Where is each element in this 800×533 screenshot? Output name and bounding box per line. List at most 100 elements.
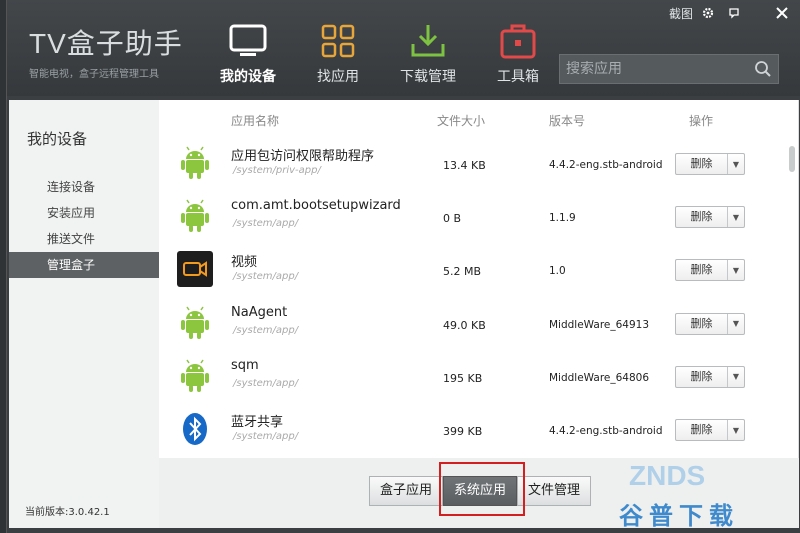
close-icon[interactable] [771,4,793,22]
app-version: MiddleWare_64913 [549,318,650,331]
delete-button[interactable]: 删除 [676,207,728,228]
toolbox-icon [473,22,563,60]
nav-toolbox[interactable]: 工具箱 [473,22,563,86]
nav-download-manager[interactable]: 下载管理 [383,22,473,86]
delete-button[interactable]: 删除 [676,313,728,334]
scrollbar[interactable] [788,144,796,454]
android-icon [177,358,213,394]
nav-label: 工具箱 [497,69,539,85]
screenshot-button[interactable]: 截图 [669,5,693,22]
app-name: 视频 [231,255,258,271]
sidebar-title: 我的设备 [27,130,88,148]
delete-dropdown[interactable]: 删除 ▼ [675,206,745,229]
table-row[interactable]: NaAgent/system/app/49.0 KB MiddleWare_649… [159,297,779,350]
delete-dropdown[interactable]: 删除 ▼ [675,153,745,175]
app-version: 1.1.9 [549,212,576,225]
gear-icon[interactable] [697,4,719,22]
app-path: /system/app/ [233,218,299,230]
table-row[interactable]: 蓝牙共享/system/app/399 KB 4.4.2-eng.stb-andr… [159,403,779,456]
android-icon [177,305,213,341]
sidebar-item-connect-device[interactable]: 连接设备 [9,174,159,200]
logo-subtitle: 智能电视，盒子远程管理工具 [29,69,159,80]
app-size: 49.0 KB [443,318,486,332]
nav-find-apps[interactable]: 找应用 [293,22,383,86]
android-icon [177,145,213,181]
download-icon [383,22,473,60]
logo: TV盒子助手 智能电视，盒子远程管理工具 [29,22,183,80]
sidebar-item-install-app[interactable]: 安装应用 [9,200,159,226]
app-path: /system/app/ [233,271,299,283]
app-name: NaAgent [231,304,288,320]
app-version: 4.4.2-eng.stb-android [549,425,663,437]
nav-my-devices[interactable]: 我的设备 [203,22,293,86]
app-name: 应用包访问权限帮助程序 [231,149,375,164]
logo-title: TV盒子助手 [29,28,183,59]
nav-label: 下载管理 [400,69,456,85]
app-size: 0 B [443,212,462,226]
col-version-header: 版本号 [549,114,586,128]
delete-button[interactable]: 删除 [676,420,728,440]
watermark-logo: ZNDS [629,460,706,491]
table-row[interactable]: 应用包访问权限帮助程序/system/priv-app/13.4 KB 4.4.2… [159,137,779,190]
app-version: 1.0 [549,265,566,278]
delete-button[interactable]: 删除 [676,366,728,387]
app-size: 399 KB [443,425,483,438]
chevron-down-icon[interactable]: ▼ [728,367,744,387]
chevron-down-icon[interactable]: ▼ [728,420,744,440]
app-table: 应用名称 文件大小 版本号 操作 应用包访问权限帮助程序/system/priv… [159,100,799,458]
table-row[interactable]: sqm/system/app/195 KB MiddleWare_64806 删除 ▼ [159,350,779,403]
app-path: /system/app/ [233,377,299,389]
app-size: 5.2 MB [443,265,482,279]
nav-label: 我的设备 [220,69,276,85]
app-path: /system/priv-app/ [233,165,321,176]
app-version: MiddleWare_64806 [549,371,650,384]
delete-dropdown[interactable]: 删除 ▼ [675,365,745,388]
tv-icon [203,22,293,60]
tab-box-apps[interactable]: 盒子应用 [369,476,444,506]
chat-icon[interactable] [723,4,745,22]
delete-dropdown[interactable]: 删除 ▼ [675,259,745,282]
table-row[interactable]: com.amt.bootsetupwizard/system/app/0 B 1.… [159,190,779,243]
sidebar-item-manage-box[interactable]: 管理盒子 [9,252,159,278]
search-input[interactable] [560,61,748,77]
delete-dropdown[interactable]: 删除 ▼ [675,312,745,335]
nav-label: 找应用 [317,69,359,85]
app-version: 4.4.2-eng.stb-android [549,159,663,171]
bluetooth-icon [177,411,213,447]
main-nav: 我的设备 找应用 下载管理 工具箱 [203,22,563,86]
chevron-down-icon[interactable]: ▼ [728,154,744,174]
version-label: 当前版本:3.0.42.1 [25,507,110,518]
main-panel: 应用名称 文件大小 版本号 操作 应用包访问权限帮助程序/system/priv… [159,100,799,530]
chevron-down-icon[interactable]: ▼ [728,314,744,334]
video-icon [177,251,213,288]
watermark-text: 谷普下载 [619,502,739,530]
col-size-header: 文件大小 [437,114,486,128]
delete-button[interactable]: 删除 [676,154,728,174]
highlight-box [439,462,525,516]
delete-button[interactable]: 删除 [676,260,728,281]
app-window: TV盒子助手 智能电视，盒子远程管理工具 我的设备 找应用 下载管理 工具箱 截… [6,0,800,533]
chevron-down-icon[interactable]: ▼ [728,260,744,280]
app-path: /system/app/ [233,324,299,336]
grid-icon [293,22,383,60]
app-name: 蓝牙共享 [231,415,284,430]
app-name: com.amt.bootsetupwizard [231,198,401,214]
app-path: /system/app/ [233,431,299,442]
chevron-down-icon[interactable]: ▼ [728,207,744,227]
scroll-thumb[interactable] [789,146,795,172]
table-row[interactable]: 视频/system/app/5.2 MB 1.0 删除 ▼ [159,243,779,296]
header: TV盒子助手 智能电视，盒子远程管理工具 我的设备 找应用 下载管理 工具箱 截… [7,0,800,96]
delete-dropdown[interactable]: 删除 ▼ [675,419,745,441]
col-action-header: 操作 [689,114,714,128]
android-icon [177,198,213,234]
col-name-header: 应用名称 [231,114,280,128]
window-controls: 截图 [669,4,793,22]
search-icon[interactable] [748,60,778,78]
search-box [559,54,779,84]
tab-file-manager[interactable]: 文件管理 [517,476,592,506]
app-size: 13.4 KB [443,159,486,172]
app-size: 195 KB [443,371,483,385]
sidebar-item-push-file[interactable]: 推送文件 [9,226,159,252]
app-name: sqm [231,357,259,373]
sidebar: 我的设备 连接设备 安装应用 推送文件 管理盒子 当前版本:3.0.42.1 [9,100,159,528]
